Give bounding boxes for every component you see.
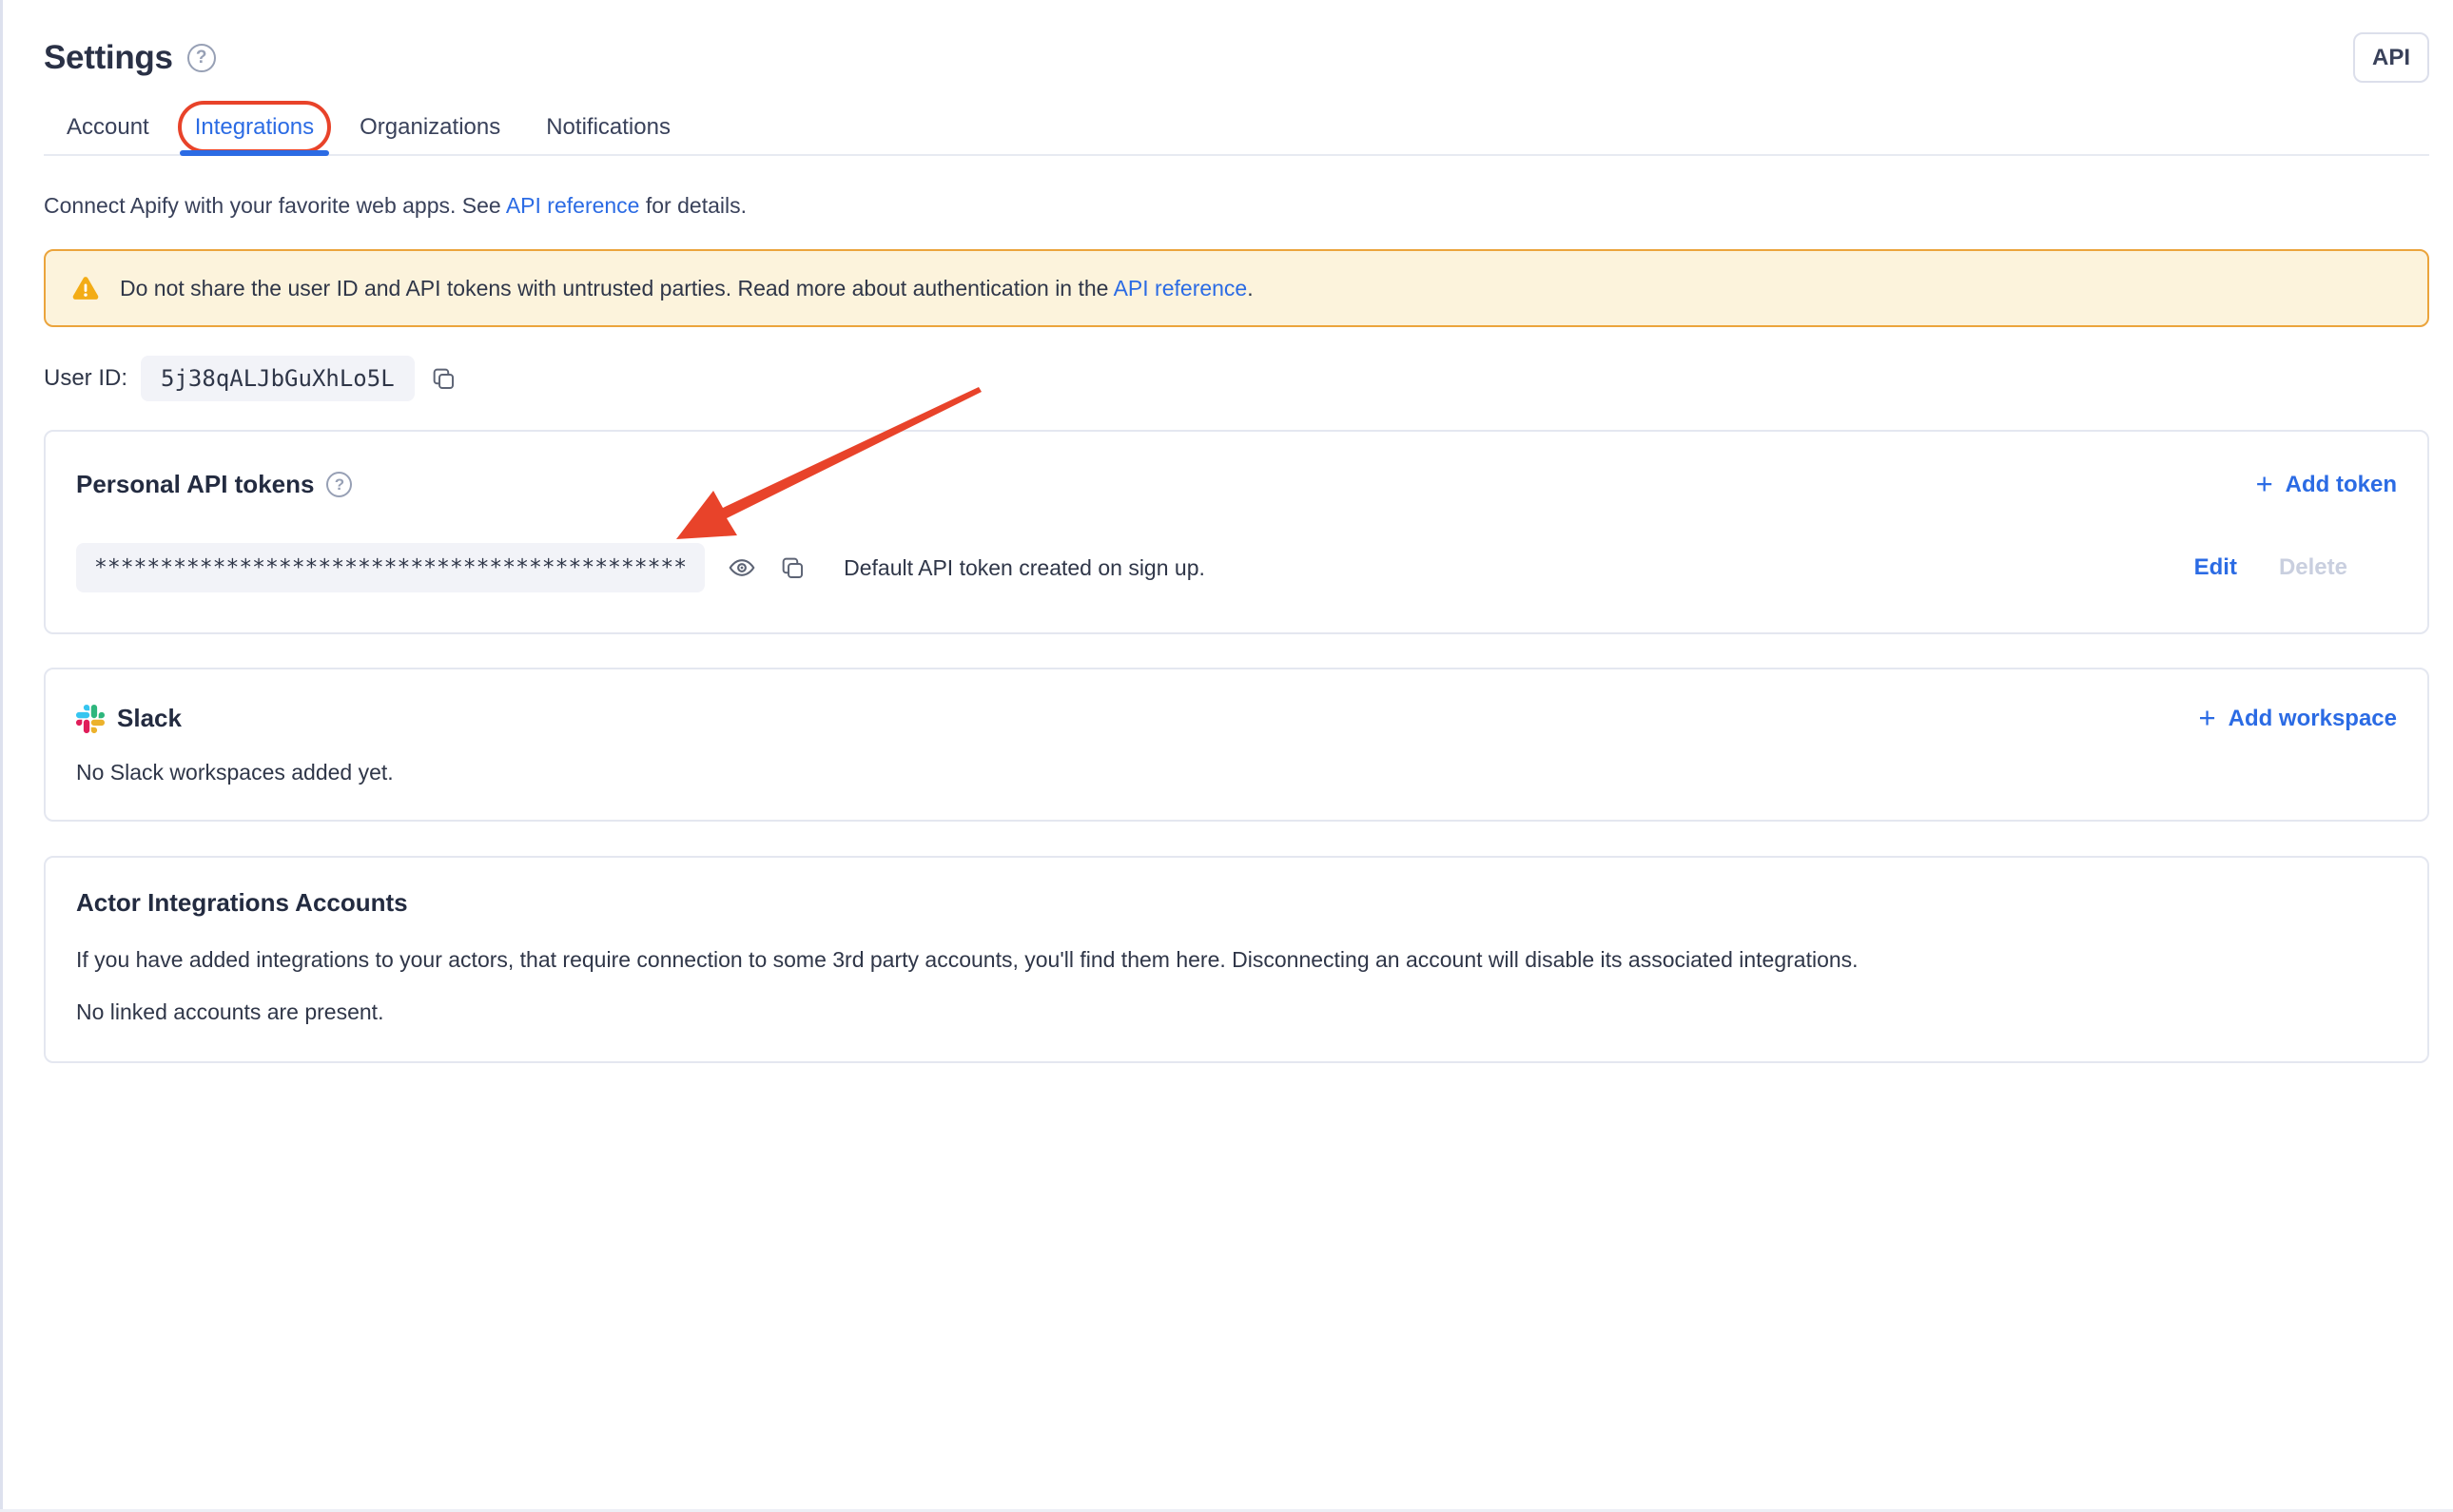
personal-api-tokens-card: Personal API tokens ? + Add token ******… [44, 430, 2429, 634]
api-button[interactable]: API [2353, 32, 2429, 83]
settings-help-icon[interactable]: ? [187, 44, 216, 72]
copy-token-button[interactable] [779, 554, 806, 581]
token-description: Default API token created on sign up. [844, 555, 1205, 581]
intro-text-after: for details. [639, 193, 747, 218]
plus-icon: + [2199, 703, 2216, 732]
plus-icon: + [2256, 469, 2273, 498]
settings-tabs: Account Integrations Organizations Notif… [44, 101, 2429, 156]
slack-card-header: Slack + Add workspace [76, 704, 2397, 733]
user-id-value: 5j38qALJbGuXhLo5L [141, 356, 415, 401]
slack-empty-text: No Slack workspaces added yet. [76, 760, 2397, 785]
masked-token-value: ****************************************… [76, 543, 705, 592]
warning-api-reference-link[interactable]: API reference [1114, 276, 1248, 300]
slack-card-title: Slack [117, 704, 182, 733]
tab-notifications[interactable]: Notifications [523, 101, 693, 154]
tokens-card-header: Personal API tokens ? + Add token [76, 470, 2397, 499]
intro-text: Connect Apify with your favorite web app… [44, 192, 2429, 219]
add-workspace-label: Add workspace [2229, 706, 2397, 732]
intro-api-reference-link[interactable]: API reference [506, 193, 640, 218]
slack-card: Slack + Add workspace No Slack workspace… [44, 668, 2429, 822]
copy-icon [779, 554, 806, 581]
tokens-card-title: Personal API tokens [76, 470, 314, 499]
warning-text-after: . [1247, 276, 1253, 300]
warning-text-before: Do not share the user ID and API tokens … [120, 276, 1114, 300]
actor-integrations-card: Actor Integrations Accounts If you have … [44, 856, 2429, 1063]
tab-integrations-label: Integrations [195, 114, 314, 141]
page-header: Settings ? API [44, 31, 2429, 84]
add-token-button[interactable]: + Add token [2256, 472, 2397, 498]
slack-title-wrap: Slack [76, 704, 182, 733]
title-wrap: Settings ? [44, 39, 216, 77]
actor-empty-text: No linked accounts are present. [76, 999, 2397, 1025]
add-token-label: Add token [2286, 472, 2397, 498]
page-title: Settings [44, 39, 173, 77]
intro-text-before: Connect Apify with your favorite web app… [44, 193, 506, 218]
delete-token-link[interactable]: Delete [2279, 554, 2347, 581]
page-left-edge [0, 0, 3, 1512]
user-id-row: User ID: 5j38qALJbGuXhLo5L [44, 356, 2429, 401]
warning-icon [69, 273, 102, 303]
token-row: ****************************************… [76, 543, 2397, 592]
actor-card-title: Actor Integrations Accounts [76, 888, 2397, 918]
show-token-button[interactable] [728, 553, 756, 582]
tokens-help-icon[interactable]: ? [326, 472, 352, 497]
eye-icon [728, 553, 756, 582]
tab-organizations[interactable]: Organizations [337, 101, 523, 154]
settings-page: Settings ? API Account Integrations Orga… [44, 0, 2429, 1063]
warning-banner: Do not share the user ID and API tokens … [44, 249, 2429, 327]
warning-text: Do not share the user ID and API tokens … [120, 276, 1254, 301]
copy-user-id-button[interactable] [430, 365, 457, 392]
edit-token-link[interactable]: Edit [2194, 554, 2237, 581]
tab-account[interactable]: Account [44, 101, 172, 154]
tab-integrations[interactable]: Integrations [172, 101, 337, 154]
tokens-card-title-wrap: Personal API tokens ? [76, 470, 352, 499]
user-id-label: User ID: [44, 365, 127, 392]
slack-icon [76, 705, 105, 733]
copy-icon [430, 365, 457, 392]
add-workspace-button[interactable]: + Add workspace [2199, 706, 2398, 732]
actor-card-description: If you have added integrations to your a… [76, 946, 2397, 973]
